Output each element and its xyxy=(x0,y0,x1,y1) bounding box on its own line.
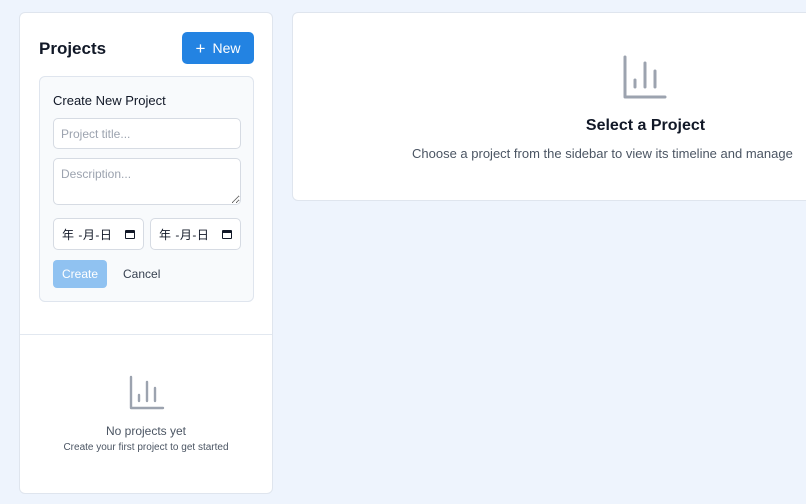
sidebar-title: Projects xyxy=(39,39,107,58)
end-date-text: 年 -月-日 xyxy=(159,227,210,242)
new-button-label: New xyxy=(212,40,241,56)
calendar-icon[interactable] xyxy=(222,229,232,239)
main-title: Select a Project xyxy=(585,117,706,134)
sidebar: Projects + New Create New Project 年 -月-日… xyxy=(19,12,273,494)
new-project-button[interactable]: + New xyxy=(182,32,254,64)
cancel-button[interactable]: Cancel xyxy=(123,260,160,288)
main-subtitle: Choose a project from the sidebar to vie… xyxy=(412,146,793,161)
create-button[interactable]: Create xyxy=(53,260,107,288)
empty-state-title: No projects yet xyxy=(105,424,187,438)
project-title-input[interactable] xyxy=(53,118,241,149)
empty-state-subtitle: Create your first project to get started xyxy=(63,442,229,453)
plus-icon: + xyxy=(195,38,206,58)
end-date-input[interactable]: 年 -月-日 xyxy=(150,218,241,250)
create-project-form: Create New Project 年 -月-日 年 -月-日 Create … xyxy=(39,76,254,302)
bar-chart-icon xyxy=(129,375,165,410)
calendar-icon[interactable] xyxy=(125,229,135,239)
bar-chart-icon xyxy=(623,55,667,99)
sidebar-header: Projects + New xyxy=(20,13,272,83)
project-description-input[interactable] xyxy=(53,158,241,205)
main-panel: Select a Project Choose a project from t… xyxy=(292,12,806,201)
start-date-input[interactable]: 年 -月-日 xyxy=(53,218,144,250)
create-form-title: Create New Project xyxy=(53,93,166,108)
empty-projects-state: No projects yet Create your first projec… xyxy=(20,335,272,493)
start-date-text: 年 -月-日 xyxy=(62,227,113,242)
